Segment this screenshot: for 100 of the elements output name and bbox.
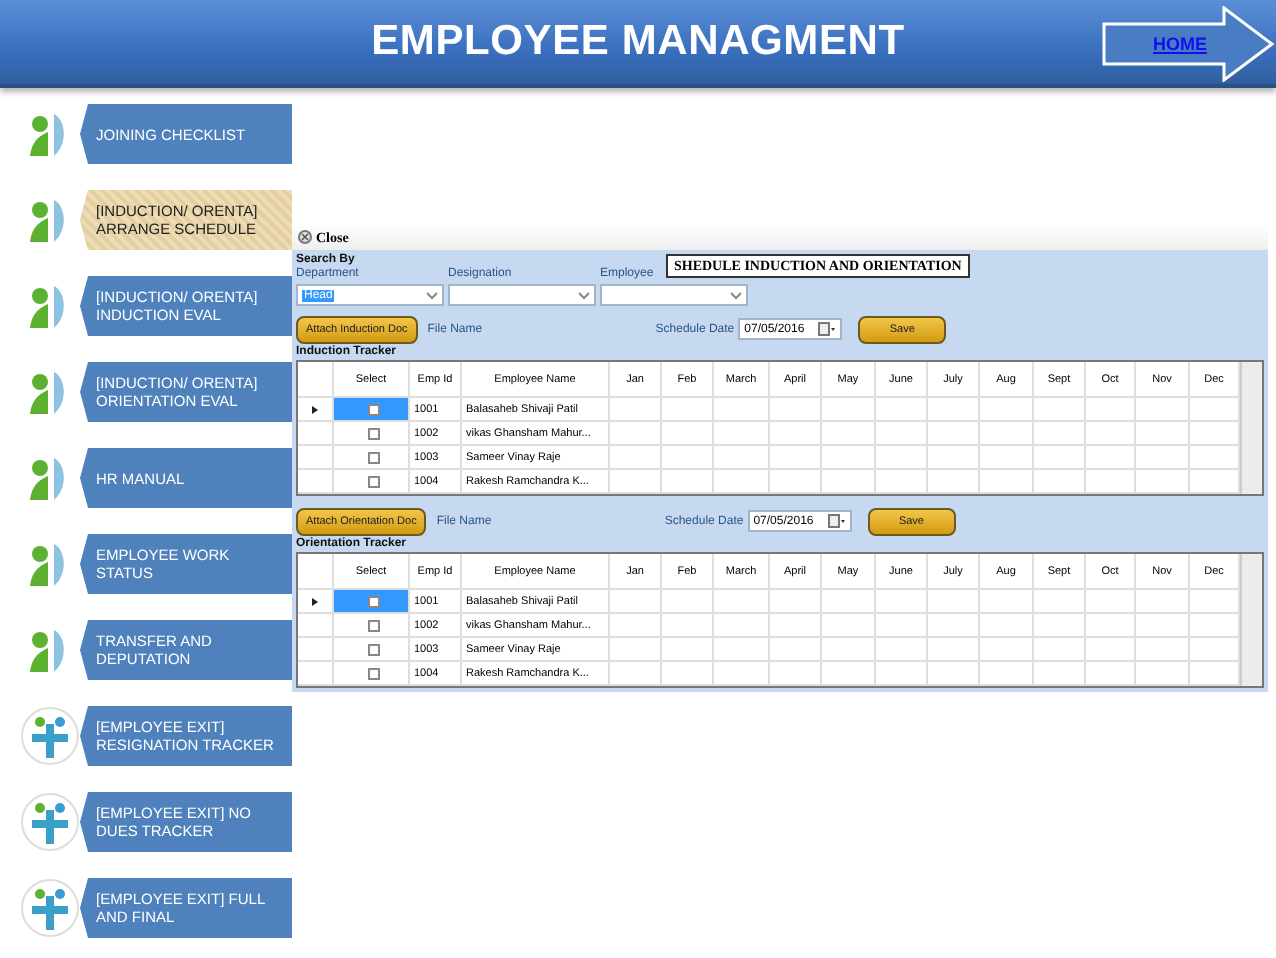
table-cell [714, 638, 770, 662]
table-cell [770, 638, 822, 662]
select-checkbox[interactable] [367, 667, 379, 679]
table-cell [1136, 398, 1190, 422]
table-cell [662, 638, 714, 662]
table-cell [770, 662, 822, 686]
corner-cell [298, 554, 334, 590]
table-cell [610, 662, 662, 686]
table-cell [610, 638, 662, 662]
table-cell [1136, 446, 1190, 470]
table-cell [1136, 590, 1190, 614]
table-cell [662, 590, 714, 614]
table-cell [876, 422, 928, 446]
table-cell [876, 590, 928, 614]
table-cell [980, 398, 1034, 422]
table-cell [662, 446, 714, 470]
table-cell [770, 398, 822, 422]
table-cell [928, 398, 980, 422]
select-checkbox[interactable] [367, 475, 379, 487]
table-cell [822, 470, 876, 494]
table-cell [1136, 470, 1190, 494]
table-cell [1136, 638, 1190, 662]
table-cell [1136, 422, 1190, 446]
home-arrow[interactable]: HOME [1100, 6, 1276, 82]
table-cell [876, 470, 928, 494]
table-cell [1086, 470, 1136, 494]
table-cell [876, 446, 928, 470]
people-cross-icon [20, 706, 80, 766]
table-cell [714, 614, 770, 638]
table-cell [876, 398, 928, 422]
table-cell [770, 614, 822, 638]
table-cell [928, 470, 980, 494]
people-cross-icon [20, 878, 80, 938]
calendar-icon[interactable] [827, 514, 846, 528]
table-cell [610, 446, 662, 470]
table-cell [770, 470, 822, 494]
table-cell [1034, 398, 1086, 422]
table-cell [822, 662, 876, 686]
table-cell [928, 446, 980, 470]
calendar-icon[interactable] [818, 322, 837, 336]
table-cell [980, 470, 1034, 494]
table-cell [980, 422, 1034, 446]
select-checkbox[interactable] [367, 451, 379, 463]
select-checkbox[interactable] [367, 619, 379, 631]
table-cell [1034, 614, 1086, 638]
table-cell [1086, 398, 1136, 422]
table-cell [662, 470, 714, 494]
caret-icon [578, 291, 590, 299]
table-cell [928, 638, 980, 662]
table-cell [876, 614, 928, 638]
table-cell [876, 662, 928, 686]
row-pointer-icon [312, 405, 318, 413]
table-cell [822, 422, 876, 446]
select-checkbox[interactable] [367, 403, 379, 415]
table-cell [1086, 422, 1136, 446]
table-cell [980, 662, 1034, 686]
table-cell [1086, 638, 1136, 662]
table-cell [822, 398, 876, 422]
table-cell [1136, 662, 1190, 686]
corner-cell [298, 362, 334, 398]
table-cell [662, 614, 714, 638]
table-cell [714, 590, 770, 614]
caret-icon [426, 291, 438, 299]
table-cell [928, 422, 980, 446]
table-cell [770, 446, 822, 470]
table-cell [1086, 614, 1136, 638]
table-cell [610, 422, 662, 446]
table-cell [1086, 446, 1136, 470]
table-cell [714, 662, 770, 686]
table-cell [1034, 422, 1086, 446]
table-cell [1136, 614, 1190, 638]
table-cell [980, 638, 1034, 662]
table-cell [928, 614, 980, 638]
table-cell [928, 590, 980, 614]
table-cell [822, 638, 876, 662]
select-checkbox[interactable] [367, 427, 379, 439]
table-cell [822, 590, 876, 614]
filter-dropdown[interactable] [448, 284, 596, 306]
table-cell [714, 446, 770, 470]
filter-dropdown[interactable] [600, 284, 748, 306]
table-cell [980, 446, 1034, 470]
table-cell [610, 614, 662, 638]
table-cell [822, 614, 876, 638]
scrollbar[interactable] [1240, 554, 1262, 686]
scrollbar[interactable] [1240, 362, 1262, 494]
table-cell [980, 614, 1034, 638]
table-cell [980, 590, 1034, 614]
table-cell [928, 662, 980, 686]
close-icon[interactable] [298, 230, 312, 244]
select-checkbox[interactable] [367, 643, 379, 655]
table-cell [770, 422, 822, 446]
table-cell [610, 590, 662, 614]
home-link[interactable]: HOME [1153, 34, 1207, 54]
table-cell [1034, 446, 1086, 470]
select-checkbox[interactable] [367, 595, 379, 607]
table-cell [610, 398, 662, 422]
table-cell [714, 422, 770, 446]
table-cell [1034, 590, 1086, 614]
table-cell [714, 470, 770, 494]
table-cell [770, 590, 822, 614]
